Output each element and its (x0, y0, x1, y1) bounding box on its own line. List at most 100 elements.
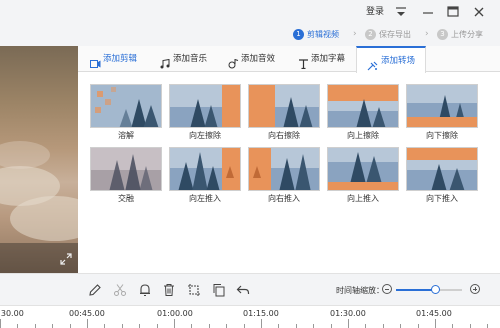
ruler-tick (383, 324, 384, 328)
ruler-tick (35, 324, 36, 328)
transition-label: 向右推入 (268, 194, 300, 203)
transition-push-left[interactable] (169, 147, 241, 191)
ruler-tick (0, 319, 1, 328)
ruler-tick (313, 324, 314, 328)
ruler-tick (487, 324, 488, 328)
ruler-tick (261, 319, 262, 328)
transition-blend[interactable] (90, 147, 162, 191)
push-up-thumbnail (328, 148, 398, 190)
delete-icon[interactable] (162, 283, 176, 297)
tab-label: 添加剪辑 (103, 54, 138, 64)
ruler-tick (157, 324, 158, 328)
transition-push-up[interactable] (327, 147, 399, 191)
login-link[interactable]: 登录 (366, 4, 384, 20)
ruler-tick (87, 319, 88, 328)
wipe-up-thumbnail (328, 85, 398, 127)
step-edit-video[interactable]: 1 剪辑视频 (293, 28, 339, 42)
transition-wipe-up[interactable] (327, 84, 399, 128)
step-number: 1 (293, 29, 304, 40)
zoom-label: 时间轴缩放： (336, 286, 384, 295)
ruler-tick (348, 319, 349, 328)
step-number: 3 (437, 29, 448, 40)
edit-icon[interactable] (88, 283, 102, 297)
transition-wipe-left[interactable] (169, 84, 241, 128)
step-upload-share[interactable]: 3 上传分享 (437, 28, 483, 42)
tab-add-transition[interactable]: 添加转场 (356, 46, 426, 73)
transition-label: 交融 (118, 194, 134, 203)
cut-icon[interactable] (113, 283, 127, 297)
transition-wipe-right[interactable] (248, 84, 320, 128)
transition-push-right[interactable] (248, 147, 320, 191)
tab-add-music[interactable]: 添加音乐 (158, 46, 207, 72)
zoom-slider[interactable] (396, 289, 462, 291)
transition-label: 向上擦除 (347, 131, 379, 140)
menu-dropdown-icon[interactable] (392, 3, 410, 21)
ruler-tick (174, 319, 175, 328)
chevron-right-icon: › (353, 29, 357, 39)
preview-cloud (10, 196, 78, 241)
edit-panel: 添加剪辑 添加音乐 添加音效 添加字幕 添加转场 溶解 向左擦除 向右擦除 向上… (78, 46, 500, 273)
transition-label: 向右擦除 (268, 131, 300, 140)
step-label: 剪辑视频 (307, 30, 339, 39)
crop-icon[interactable] (187, 283, 201, 297)
ruler-tick (70, 324, 71, 328)
tab-add-subtitle[interactable]: 添加字幕 (296, 46, 345, 72)
dissolve-thumbnail (91, 85, 161, 127)
music-icon (160, 54, 171, 69)
bell-icon[interactable] (138, 283, 152, 297)
ruler-tick (122, 324, 123, 328)
ruler-tick (400, 324, 401, 328)
ruler-tick (226, 324, 227, 328)
copy-icon[interactable] (212, 283, 226, 297)
zoom-out-icon[interactable] (382, 284, 392, 294)
transition-label: 向下推入 (426, 194, 458, 203)
step-bar: 1 剪辑视频 › 2 保存导出 › 3 上传分享 (0, 24, 500, 46)
timeline-toolbar: 时间轴缩放： (0, 273, 500, 305)
tab-label: 添加转场 (381, 56, 416, 66)
ruler-label: 01:30.00 (330, 309, 366, 318)
transition-dissolve[interactable] (90, 84, 162, 128)
ruler-tick (17, 324, 18, 328)
ruler-tick (139, 324, 140, 328)
ruler-label: 01:45.00 (416, 309, 452, 318)
wipe-left-thumbnail (170, 85, 240, 127)
maximize-icon[interactable] (444, 3, 462, 21)
transition-label: 向左擦除 (189, 131, 221, 140)
zoom-slider-handle[interactable] (431, 285, 441, 294)
chevron-right-icon: › (425, 29, 429, 39)
minimize-icon[interactable] (419, 3, 437, 21)
zoom-slider-fill (396, 289, 436, 291)
ruler-label: 00:45.00 (69, 309, 105, 318)
ruler-tick (191, 324, 192, 328)
tab-label: 添加音效 (241, 54, 276, 64)
close-icon[interactable] (470, 3, 488, 21)
transition-label: 溶解 (118, 131, 134, 140)
tab-add-clip[interactable]: 添加剪辑 (88, 46, 137, 72)
title-bar: 登录 (0, 0, 500, 24)
ruler-tick (52, 324, 53, 328)
zoom-in-icon[interactable] (470, 284, 480, 294)
video-preview[interactable] (0, 46, 78, 273)
wipe-right-thumbnail (249, 85, 319, 127)
ruler-tick (209, 324, 210, 328)
tab-label: 添加字幕 (311, 54, 346, 64)
step-save-export[interactable]: 2 保存导出 (365, 28, 411, 42)
transition-wipe-down[interactable] (406, 84, 478, 128)
transition-icon (367, 56, 378, 71)
transition-push-down[interactable] (406, 147, 478, 191)
step-number: 2 (365, 29, 376, 40)
ruler-tick (470, 324, 471, 328)
ruler-label: 00:30.00 (0, 309, 24, 318)
tab-add-sound-effect[interactable]: 添加音效 (226, 46, 275, 72)
sound-effect-icon (228, 54, 239, 69)
undo-icon[interactable] (236, 283, 250, 297)
wipe-down-thumbnail (407, 85, 477, 127)
ruler-tick (452, 324, 453, 328)
fullscreen-icon[interactable] (60, 253, 72, 265)
ruler-tick (435, 319, 436, 328)
transition-label: 向左推入 (189, 194, 221, 203)
preview-cloud (0, 141, 50, 169)
step-label: 保存导出 (379, 30, 411, 39)
video-icon (90, 54, 101, 68)
ruler-tick (278, 324, 279, 328)
